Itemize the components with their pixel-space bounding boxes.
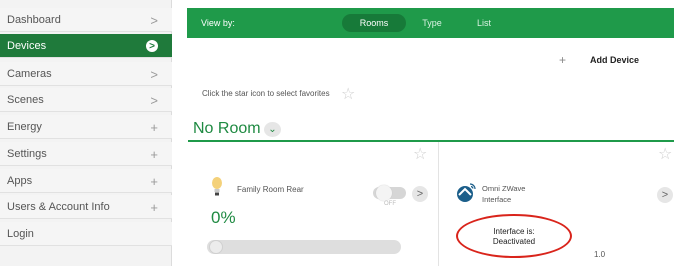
sidebar-item-dashboard[interactable]: Dashboard > bbox=[0, 8, 172, 32]
sidebar-item-scenes[interactable]: Scenes > bbox=[0, 88, 172, 112]
version-label: 1.0 bbox=[594, 250, 606, 259]
sidebar-item-devices[interactable]: Devices > bbox=[0, 34, 172, 58]
plus-icon: + bbox=[150, 199, 158, 215]
tab-type[interactable]: Type bbox=[417, 14, 447, 32]
plus-icon: + bbox=[559, 53, 567, 67]
device-level: 0% bbox=[211, 208, 236, 227]
tab-list[interactable]: List bbox=[472, 14, 496, 32]
sidebar-item-label: Login bbox=[7, 227, 34, 240]
sidebar-nav: Dashboard > Devices > Cameras > Scenes >… bbox=[0, 0, 172, 266]
sidebar-item-label: Dashboard bbox=[7, 13, 61, 26]
favorite-star-icon[interactable]: ☆ bbox=[413, 144, 427, 164]
dimmer-slider[interactable] bbox=[207, 240, 401, 254]
toggle-state-label: OFF bbox=[384, 201, 396, 207]
sidebar-item-label: Energy bbox=[7, 120, 42, 133]
favorite-star-icon[interactable]: ☆ bbox=[658, 144, 672, 164]
sidebar-item-cameras[interactable]: Cameras > bbox=[0, 62, 172, 86]
device-name: Family Room Rear bbox=[237, 185, 304, 194]
status-line: Deactivated bbox=[492, 237, 536, 246]
zwave-interface-icon bbox=[457, 183, 476, 202]
device-name: Omni ZWave Interface bbox=[482, 183, 525, 205]
device-name-line: Interface bbox=[482, 195, 512, 204]
chevron-right-icon: > bbox=[146, 40, 158, 52]
sidebar-item-label: Users & Account Info bbox=[7, 200, 110, 213]
light-bulb-icon bbox=[212, 177, 222, 196]
plus-icon: + bbox=[150, 119, 158, 135]
sidebar-item-label: Settings bbox=[7, 147, 47, 160]
tab-label: List bbox=[476, 18, 491, 28]
card-divider bbox=[438, 142, 439, 266]
view-by-bar: View by: Rooms Type List bbox=[187, 8, 674, 38]
room-divider bbox=[188, 140, 674, 142]
sidebar-item-label: Cameras bbox=[7, 67, 52, 80]
status-line: Interface is: bbox=[493, 227, 535, 236]
chevron-right-icon: > bbox=[150, 12, 158, 28]
device-name-line: Omni ZWave bbox=[482, 184, 526, 193]
sidebar-item-users-account-info[interactable]: Users & Account Info + bbox=[0, 195, 172, 219]
sidebar-item-label: Apps bbox=[7, 174, 33, 187]
sidebar-item-settings[interactable]: Settings + bbox=[0, 142, 172, 166]
star-icon[interactable]: ☆ bbox=[341, 84, 355, 104]
tab-rooms[interactable]: Rooms bbox=[342, 14, 406, 32]
sidebar-item-apps[interactable]: Apps + bbox=[0, 169, 172, 193]
favorites-hint: Click the star icon to select favorites bbox=[202, 89, 330, 98]
tab-label: Type bbox=[422, 18, 442, 28]
chevron-right-icon: > bbox=[150, 92, 158, 108]
sidebar-item-label: Scenes bbox=[7, 93, 44, 106]
plus-icon: + bbox=[150, 173, 158, 189]
add-device-button[interactable]: + Add Device bbox=[555, 52, 674, 68]
device-details-button[interactable]: > bbox=[657, 187, 673, 203]
sidebar-item-login[interactable]: Login bbox=[0, 222, 172, 246]
room-title: No Room bbox=[193, 120, 261, 137]
add-device-label: Add Device bbox=[590, 55, 640, 65]
view-by-label: View by: bbox=[201, 18, 235, 28]
sidebar-item-energy[interactable]: Energy + bbox=[0, 115, 172, 139]
tab-label: Rooms bbox=[359, 18, 389, 28]
device-details-button[interactable]: > bbox=[412, 186, 428, 202]
chevron-right-icon: > bbox=[150, 66, 158, 82]
slider-handle[interactable] bbox=[209, 240, 223, 254]
power-toggle[interactable]: OFF bbox=[373, 185, 406, 207]
chevron-down-icon[interactable]: ⌄ bbox=[264, 122, 281, 137]
interface-status: Interface is: Deactivated bbox=[456, 227, 572, 247]
plus-icon: + bbox=[150, 146, 158, 162]
